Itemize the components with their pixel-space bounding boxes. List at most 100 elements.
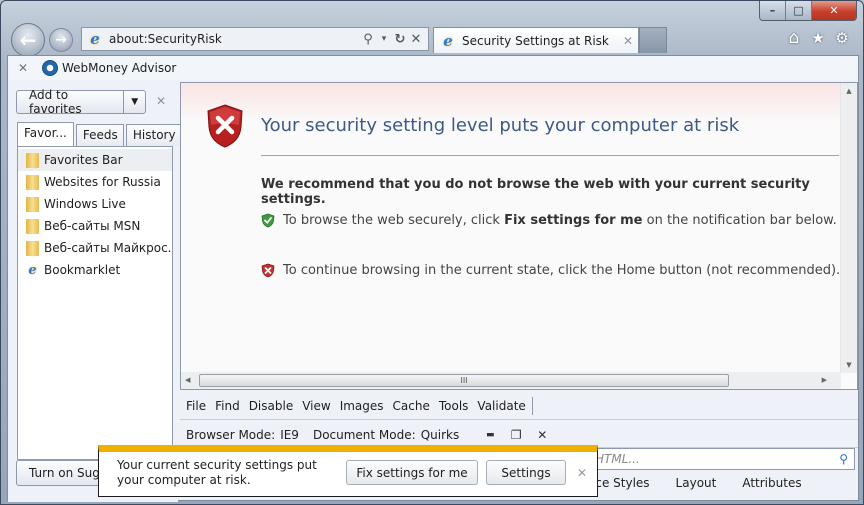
favorite-item-bookmarklet[interactable]: e Bookmarklet	[18, 259, 172, 281]
horizontal-scrollbar[interactable]: ◀ III ▶	[181, 372, 841, 389]
add-favorites-dropdown-icon[interactable]: ▼	[123, 91, 145, 113]
search-html-input[interactable]: HTML... ⚲	[588, 448, 855, 470]
tab-title: Security Settings at Risk	[462, 33, 609, 48]
search-dropdown-icon[interactable]: ▾	[376, 34, 392, 44]
tab-history[interactable]: History	[125, 124, 183, 146]
favorite-item-label: Веб-сайты MSN	[44, 219, 141, 233]
recommendation-text: We recommend that you do not browse the …	[261, 177, 810, 207]
secure-browsing-instruction: To browse the web securely, click Fix se…	[261, 213, 837, 228]
continue-text: To continue browsing in the current stat…	[283, 263, 841, 278]
webmoney-advisor-label[interactable]: WebMoney Advisor	[62, 61, 176, 75]
search-html-icon[interactable]: ⚲	[839, 452, 848, 466]
scroll-up-arrow-icon[interactable]: ▲	[841, 87, 857, 95]
address-bar[interactable]: e about:SecurityRisk ⚲ ▾ ↻ ✕	[81, 27, 429, 51]
back-button[interactable]: ←	[11, 23, 45, 57]
devtools-style-tabs: ace Styles Layout Attributes	[588, 476, 802, 490]
ie-page-icon: e	[90, 30, 100, 48]
browser-mode-value[interactable]: IE9	[280, 428, 299, 442]
new-tab-button[interactable]	[639, 27, 667, 53]
address-input[interactable]: about:SecurityRisk	[109, 32, 360, 46]
navigation-bar: ← → e about:SecurityRisk ⚲ ▾ ↻ ✕ e Secur…	[9, 23, 863, 57]
favorite-item-msn-sites[interactable]: Веб-сайты MSN	[18, 215, 172, 237]
add-to-favorites-label[interactable]: Add to favorites	[17, 88, 123, 116]
tab-close-icon[interactable]: ✕	[618, 34, 638, 48]
folder-icon	[26, 196, 39, 212]
red-x-shield-icon	[261, 263, 275, 278]
document-mode-value[interactable]: Quirks	[421, 428, 460, 442]
page-viewport: Your security setting level puts your co…	[180, 82, 858, 390]
notification-close-icon[interactable]: ✕	[577, 466, 587, 480]
browser-content-area: ✕ WebMoney Advisor Add to favorites ▼ ✕ …	[7, 55, 859, 502]
continue-browsing-instruction: To continue browsing in the current stat…	[261, 263, 840, 278]
folder-icon	[26, 152, 39, 168]
favorite-item-windows-live[interactable]: Windows Live	[18, 193, 172, 215]
search-icon[interactable]: ⚲	[360, 32, 376, 47]
menu-separator	[531, 396, 533, 415]
tab-layout[interactable]: Layout	[676, 476, 717, 490]
devtools-close-icon[interactable]: ✕	[533, 428, 551, 442]
window-caption-buttons: – □ ✕	[759, 1, 857, 21]
browser-mode-label[interactable]: Browser Mode:	[186, 428, 275, 442]
favorite-item-favorites-bar[interactable]: Favorites Bar	[18, 149, 172, 171]
title-divider	[261, 155, 839, 156]
favorite-item-label: Веб-сайты Майкрос...	[44, 241, 172, 255]
favorite-item-label: Favorites Bar	[44, 153, 123, 167]
webmoney-logo-icon	[42, 60, 58, 76]
document-mode-label[interactable]: Document Mode:	[313, 428, 416, 442]
favorite-item-websites-russia[interactable]: Websites for Russia	[18, 171, 172, 193]
favorites-tabs: Favor... Feeds History	[17, 122, 183, 146]
fix-settings-button[interactable]: Fix settings for me	[346, 460, 478, 485]
instruction-text-bold: Fix settings for me	[504, 213, 643, 228]
vertical-scrollbar[interactable]: ▲ ▼	[840, 83, 857, 373]
ie-link-icon: e	[28, 262, 37, 278]
devtools-popout-icon[interactable]: ❐	[507, 428, 525, 442]
ie-tab-icon: e	[443, 31, 453, 50]
favorite-item-label: Windows Live	[44, 197, 126, 211]
folder-icon	[26, 174, 39, 190]
security-shield-error-icon	[207, 104, 243, 148]
favorite-item-label: Bookmarklet	[44, 263, 121, 277]
home-icon[interactable]: ⌂	[785, 28, 803, 48]
devtools-menu-images[interactable]: Images	[340, 399, 384, 413]
scroll-right-arrow-icon[interactable]: ▶	[822, 376, 827, 384]
favorites-close-icon[interactable]: ✕	[156, 94, 166, 108]
forward-button[interactable]: →	[49, 28, 73, 52]
devtools-menu-bar: File Find Disable View Images Cache Tool…	[180, 392, 858, 420]
devtools-menu-view[interactable]: View	[302, 399, 330, 413]
tab-favorites[interactable]: Favor...	[17, 122, 74, 146]
devtools-menu-validate[interactable]: Validate	[477, 399, 525, 413]
devtools-menu-file[interactable]: File	[186, 399, 206, 413]
horizontal-scroll-thumb[interactable]: III	[199, 374, 729, 387]
notification-message: Your current security settings put your …	[117, 458, 317, 487]
stop-icon[interactable]: ✕	[408, 32, 424, 47]
tab-attributes[interactable]: Attributes	[742, 476, 801, 490]
close-window-button[interactable]: ✕	[812, 1, 856, 20]
devtools-menu-find[interactable]: Find	[215, 399, 240, 413]
tab-security-settings[interactable]: e Security Settings at Risk ✕	[433, 27, 639, 53]
devtools-menu-disable[interactable]: Disable	[249, 399, 294, 413]
command-icons: ⌂ ★ ⚙	[785, 28, 851, 48]
settings-button[interactable]: Settings	[486, 460, 566, 485]
refresh-icon[interactable]: ↻	[392, 32, 408, 47]
favorites-star-icon[interactable]: ★	[809, 29, 827, 47]
page-title: Your security setting level puts your co…	[261, 115, 740, 136]
webmoney-toolbar: ✕ WebMoney Advisor	[8, 56, 858, 80]
devtools-menu-tools[interactable]: Tools	[439, 399, 469, 413]
minimize-button[interactable]: –	[760, 1, 786, 20]
favorite-item-label: Websites for Russia	[44, 175, 161, 189]
add-to-favorites-button[interactable]: Add to favorites ▼	[16, 88, 146, 116]
scroll-left-arrow-icon[interactable]: ◀	[185, 376, 190, 384]
folder-icon	[26, 218, 39, 234]
browser-window: – □ ✕ ← → e about:SecurityRisk ⚲ ▾ ↻ ✕ e…	[0, 0, 864, 505]
maximize-button[interactable]: □	[786, 1, 812, 20]
favorite-item-microsoft-sites[interactable]: Веб-сайты Майкрос...	[18, 237, 172, 259]
devtools-minimize-icon[interactable]: ▬	[481, 430, 499, 440]
devtools-menu-cache[interactable]: Cache	[393, 399, 430, 413]
folder-icon	[26, 240, 39, 256]
scroll-down-arrow-icon[interactable]: ▼	[841, 361, 857, 369]
green-check-shield-icon	[261, 213, 275, 228]
tab-feeds[interactable]: Feeds	[75, 124, 124, 146]
tools-gear-icon[interactable]: ⚙	[833, 29, 851, 47]
webmoney-close-icon[interactable]: ✕	[18, 61, 32, 75]
security-notification-bar: Your current security settings put your …	[98, 445, 598, 497]
